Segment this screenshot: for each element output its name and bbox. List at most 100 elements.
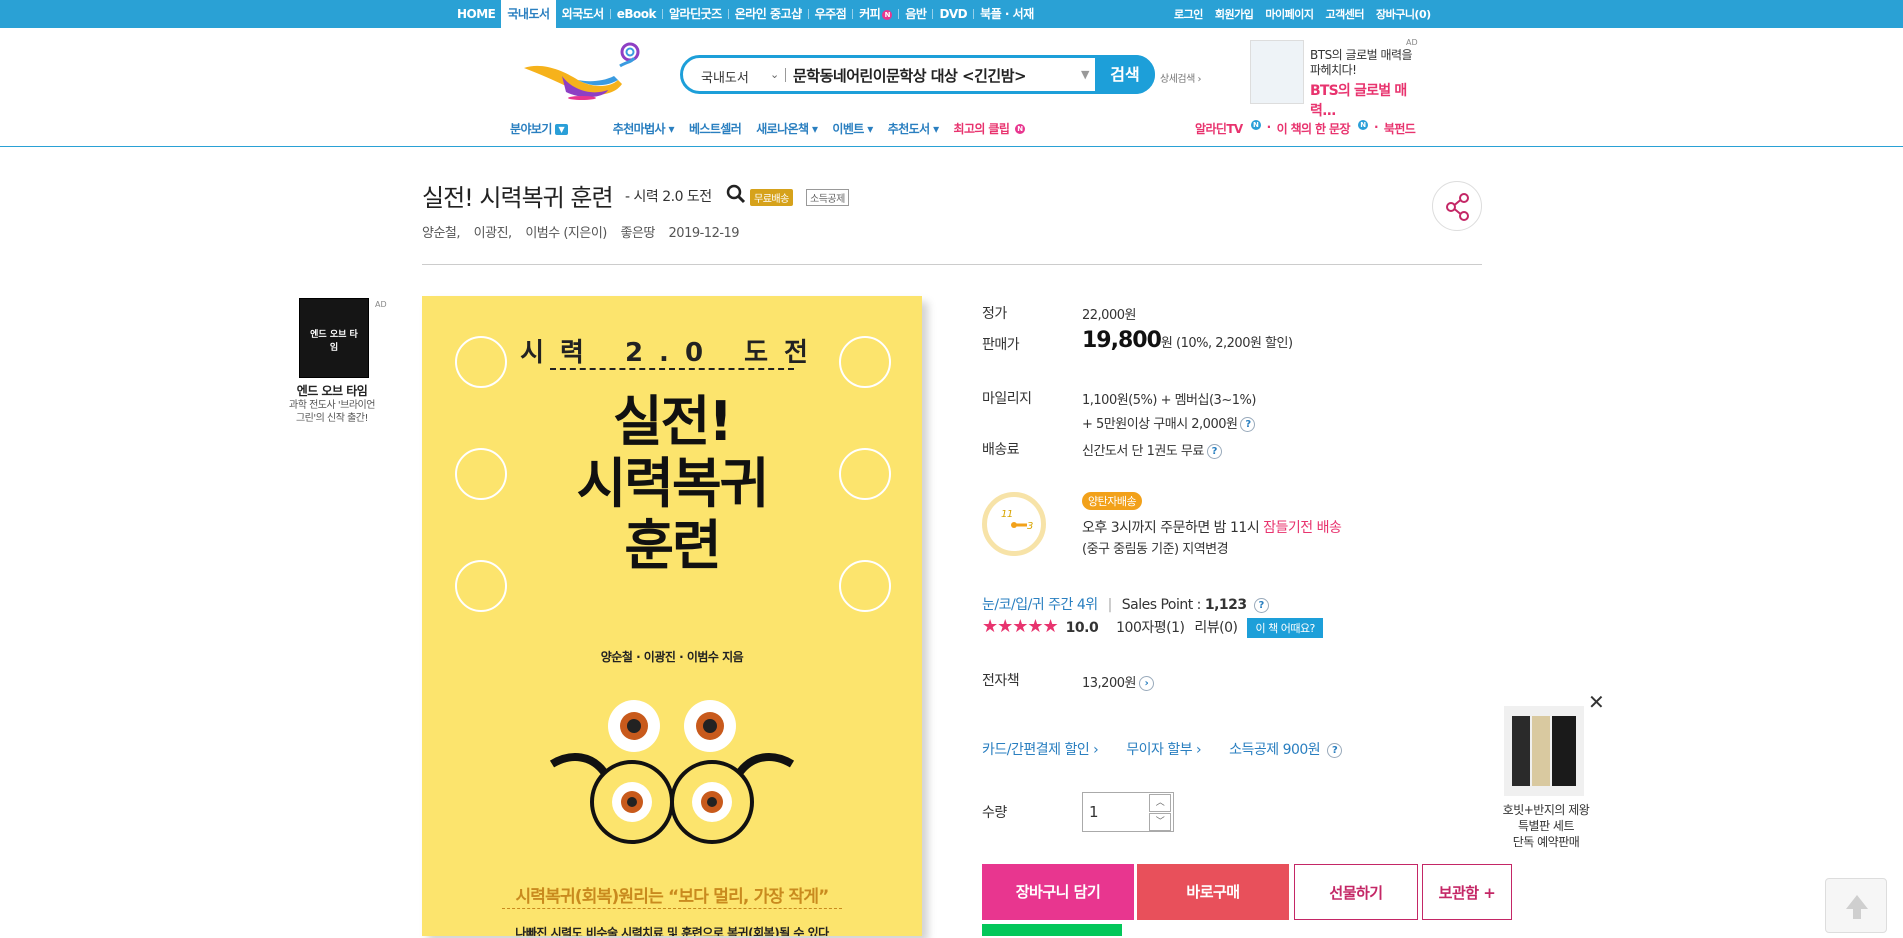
nav-best-clip-label: 최고의 클립 <box>953 121 1010 136</box>
divider: | <box>1107 597 1113 613</box>
increment-icon[interactable]: ︿ <box>1149 794 1171 812</box>
author-link[interactable]: 양순철, <box>422 226 461 241</box>
top-account-links: 로그인 회원가입 마이페이지 고객센터 장바구니(0) <box>1168 0 1437 28</box>
search-input[interactable] <box>793 64 1043 86</box>
sales-point-value: 1,123 <box>1204 597 1247 613</box>
search-icon[interactable] <box>726 184 746 204</box>
share-button[interactable] <box>1432 181 1482 231</box>
login-link[interactable]: 로그인 <box>1168 6 1209 22</box>
sleep-delivery-link[interactable]: 잠들기전 배송 <box>1263 520 1342 536</box>
rank-row: 눈/코/입/귀 주간 4위 | Sales Point : 1,123 ? <box>982 594 1269 614</box>
aladin-tv-link[interactable]: 알라딘TV <box>1195 120 1243 137</box>
topnav-ebook[interactable]: eBook <box>611 0 662 28</box>
scroll-top-button[interactable] <box>1825 878 1887 933</box>
ad-line-1: BTS의 글로벌 매력을 <box>1310 48 1413 62</box>
help-icon[interactable]: ? <box>1327 742 1343 758</box>
book-subtitle: - 시력 2.0 도전 <box>625 189 712 205</box>
wishlist-button[interactable]: 보관함 + <box>1422 864 1512 920</box>
cover-line-2: 나빠진 시력도 비수술 시력치료 및 훈련으로 복귀(회복)될 수 있다 <box>515 926 829 936</box>
top-ad-banner[interactable]: AD BTS의 글로벌 매력을 파헤치다! BTS의 글로벌 매력... <box>1250 38 1420 119</box>
nav-bestseller[interactable]: 베스트셀러 <box>689 120 742 137</box>
shipping-value: 신간도서 단 1권도 무료? <box>1082 440 1222 459</box>
detail-search-link[interactable]: 상세검색 › <box>1160 70 1202 85</box>
delivery-time: 오후 3시까지 주문하면 밤 11시 <box>1082 520 1260 536</box>
add-to-cart-button[interactable]: 장바구니 담기 <box>982 864 1134 920</box>
how-is-book-button[interactable]: 이 책 어때요? <box>1247 618 1323 638</box>
search-button[interactable]: 검색 <box>1095 55 1155 94</box>
arrow-up-icon <box>1846 895 1868 919</box>
installment-link[interactable]: 무이자 할부 › <box>1126 742 1201 758</box>
ebook-price-row[interactable]: 13,200원 › <box>1082 672 1154 691</box>
sale-price: 19,800 <box>1082 328 1162 353</box>
book-title: 실전! 시력복귀 훈련 <box>422 184 614 212</box>
help-icon[interactable]: ? <box>1253 597 1269 613</box>
short-reviews-link[interactable]: 100자평(1) <box>1116 620 1185 636</box>
quantity-input[interactable] <box>1089 801 1139 823</box>
buy-now-button[interactable]: 바로구매 <box>1137 864 1289 920</box>
cover-glasses-illustration <box>549 700 795 844</box>
category-rank-link[interactable]: 눈/코/입/귀 주간 4위 <box>982 597 1098 613</box>
header-divider <box>0 146 1903 147</box>
box-set-book <box>1532 716 1550 786</box>
reviews-link[interactable]: 리뷰(0) <box>1194 620 1238 636</box>
topnav-goods[interactable]: 알라딘굿즈 <box>663 0 728 28</box>
ad-headline: BTS의 글로벌 매력... <box>1310 83 1407 119</box>
ad-book-thumbnail <box>1250 40 1304 104</box>
sale-price-unit: 원 <box>1160 336 1173 351</box>
decrement-icon[interactable]: ﹀ <box>1149 813 1171 831</box>
bookfund-link[interactable]: 북펀드 <box>1384 120 1416 137</box>
author-link[interactable]: 이범수 (지은이) <box>525 226 607 241</box>
naver-pay-button[interactable] <box>982 924 1122 936</box>
customer-center-link[interactable]: 고객센터 <box>1319 6 1369 22</box>
search-box: 국내도서 ⌄ ▼ 검색 <box>680 55 1155 94</box>
cart-link[interactable]: 장바구니(0) <box>1370 6 1437 22</box>
ad-line-2: 특별판 세트 <box>1517 819 1575 833</box>
book-cover[interactable]: 시력 2.0 도전 실전! 시력복귀 훈련 양순철 · 이광진 · 이범수 지음… <box>422 296 922 936</box>
nav-best-clip[interactable]: 최고의 클립 N <box>954 120 1025 137</box>
quantity-stepper: ︿ ﹀ <box>1082 792 1174 832</box>
topnav-music[interactable]: 음반 <box>899 0 932 28</box>
svg-text:11: 11 <box>1001 509 1013 520</box>
nav-browse-fields[interactable]: 분야보기 ▼ <box>510 120 568 137</box>
dropdown-arrow-icon[interactable]: ▼ <box>1081 68 1089 81</box>
share-icon <box>1446 193 1469 221</box>
dot-separator: · <box>1266 120 1272 134</box>
mileage-label: 마일리지 <box>982 391 1032 407</box>
nav-new-books-label: 새로나온책 <box>756 121 809 136</box>
mileage-2: + 5만원이상 구매시 2,000원? <box>1082 413 1256 432</box>
signup-link[interactable]: 회원가입 <box>1209 6 1259 22</box>
ad-label: AD <box>1406 38 1418 47</box>
nav-recommended[interactable]: 추천도서 ▾ <box>888 120 939 137</box>
nav-new-books[interactable]: 새로나온책 ▾ <box>756 120 818 137</box>
gift-button[interactable]: 선물하기 <box>1294 864 1418 920</box>
card-discount-link[interactable]: 카드/간편결제 할인 › <box>982 742 1099 758</box>
ad-product-image <box>1504 706 1584 796</box>
topnav-space-store[interactable]: 우주점 <box>809 0 853 28</box>
topnav-domestic-books[interactable]: 국내도서 <box>501 0 556 28</box>
help-icon[interactable]: ? <box>1206 444 1222 459</box>
chevron-down-icon[interactable]: ⌄ <box>770 68 779 81</box>
payment-options: 카드/간편결제 할인 › 무이자 할부 › 소득공제 900원 ? <box>982 739 1343 759</box>
topnav-foreign-books[interactable]: 외국도서 <box>556 0 610 28</box>
nav-recommend-wizard[interactable]: 추천마법사 ▾ <box>612 120 675 137</box>
aladin-logo[interactable] <box>522 42 644 100</box>
help-icon[interactable]: ? <box>1240 417 1256 432</box>
installment-label: 무이자 할부 <box>1126 742 1193 758</box>
author-link[interactable]: 이광진, <box>474 226 513 241</box>
list-price: 22,000원 <box>1082 308 1136 323</box>
publisher-link[interactable]: 좋은땅 <box>621 226 656 241</box>
topnav-home[interactable]: HOME <box>451 0 501 28</box>
list-price-label: 정가 <box>982 306 1007 322</box>
tax-deduction-link[interactable]: 소득공제 900원 <box>1229 742 1321 758</box>
topnav-coffee[interactable]: 커피 N <box>853 0 898 28</box>
topnav-dvd[interactable]: DVD <box>933 0 973 28</box>
delivery-region[interactable]: (중구 중림동 기준) 지역변경 <box>1082 538 1229 557</box>
topnav-used-shop[interactable]: 온라인 중고샵 <box>729 0 808 28</box>
search-category-select[interactable]: 국내도서 <box>701 67 749 86</box>
one-sentence-link[interactable]: 이 책의 한 문장 <box>1277 120 1351 137</box>
close-icon[interactable]: ✕ <box>1588 690 1605 714</box>
topnav-bookple[interactable]: 북플 · 서재 <box>974 0 1040 28</box>
nav-events[interactable]: 이벤트 ▾ <box>832 120 873 137</box>
nav-recommend-wizard-label: 추천마법사 <box>612 121 666 136</box>
mypage-link[interactable]: 마이페이지 <box>1259 6 1319 22</box>
